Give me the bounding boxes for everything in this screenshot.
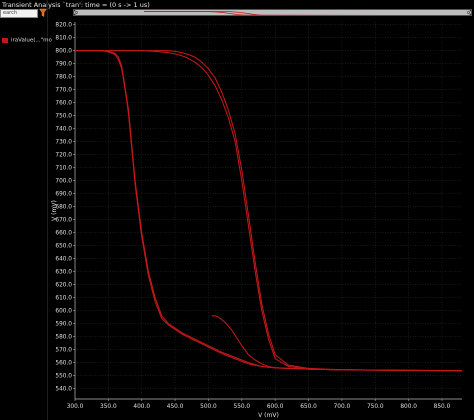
- y-tick-label: 580.0: [55, 335, 72, 341]
- series-line-3[interactable]: [75, 50, 463, 372]
- x-tick-label: 700.0: [334, 404, 351, 410]
- y-tick-label: 790.0: [55, 62, 72, 68]
- y-axis-label: V (mV): [51, 200, 58, 221]
- y-tick-label: 590.0: [55, 322, 72, 328]
- x-tick-label: 450.0: [167, 404, 184, 410]
- y-tick-label: 810.0: [55, 36, 72, 42]
- y-tick-label: 600.0: [55, 309, 72, 315]
- x-tick-label: 300.0: [67, 404, 84, 410]
- x-axis-label: V (mV): [258, 412, 279, 419]
- y-tick-label: 820.0: [55, 23, 72, 29]
- plot-frame: [74, 22, 462, 400]
- x-tick-label: 600.0: [267, 404, 284, 410]
- y-tick-label: 660.0: [55, 231, 72, 237]
- y-tick-label: 650.0: [55, 244, 72, 250]
- x-tick-label: 400.0: [133, 404, 150, 410]
- x-axis: 300.0 350.0 400.0 450.0 500.0 550.0 600.0 650.0…: [67, 399, 451, 410]
- x-tick-label: 800.0: [400, 404, 417, 410]
- y-tick-label: 610.0: [55, 296, 72, 302]
- y-tick-label: 640.0: [55, 257, 72, 263]
- y-tick-label: 700.0: [55, 179, 72, 185]
- x-tick-label: 500.0: [200, 404, 217, 410]
- series-group: [75, 50, 463, 372]
- plot-area[interactable]: 540.0 550.0 560.0 570.0 580.0 590.0 600.0 610.0…: [0, 0, 474, 420]
- y-tick-label: 800.0: [55, 49, 72, 55]
- y-tick-label: 720.0: [55, 153, 72, 159]
- grid-lines: [74, 22, 462, 399]
- series-line-1[interactable]: [75, 50, 463, 372]
- y-tick-label: 630.0: [55, 270, 72, 276]
- x-tick-label: 650.0: [300, 404, 317, 410]
- y-tick-label: 770.0: [55, 88, 72, 94]
- y-tick-label: 560.0: [55, 361, 72, 367]
- series-line-4[interactable]: [75, 50, 463, 372]
- y-tick-label: 750.0: [55, 114, 72, 120]
- series-line-2[interactable]: [75, 50, 463, 372]
- y-tick-label: 540.0: [55, 387, 72, 393]
- y-tick-label: 620.0: [55, 283, 72, 289]
- y-tick-label: 550.0: [55, 374, 72, 380]
- y-tick-label: 760.0: [55, 101, 72, 107]
- x-tick-label: 550.0: [234, 404, 251, 410]
- y-tick-label: 690.0: [55, 192, 72, 198]
- x-tick-label: 750.0: [367, 404, 384, 410]
- y-tick-label: 730.0: [55, 140, 72, 146]
- y-axis: 540.0 550.0 560.0 570.0 580.0 590.0 600.0 610.0…: [55, 23, 75, 393]
- y-tick-label: 570.0: [55, 348, 72, 354]
- y-tick-label: 710.0: [55, 166, 72, 172]
- x-tick-label: 850.0: [434, 404, 451, 410]
- y-tick-label: 780.0: [55, 75, 72, 81]
- y-tick-label: 740.0: [55, 127, 72, 133]
- x-tick-label: 350.0: [100, 404, 117, 410]
